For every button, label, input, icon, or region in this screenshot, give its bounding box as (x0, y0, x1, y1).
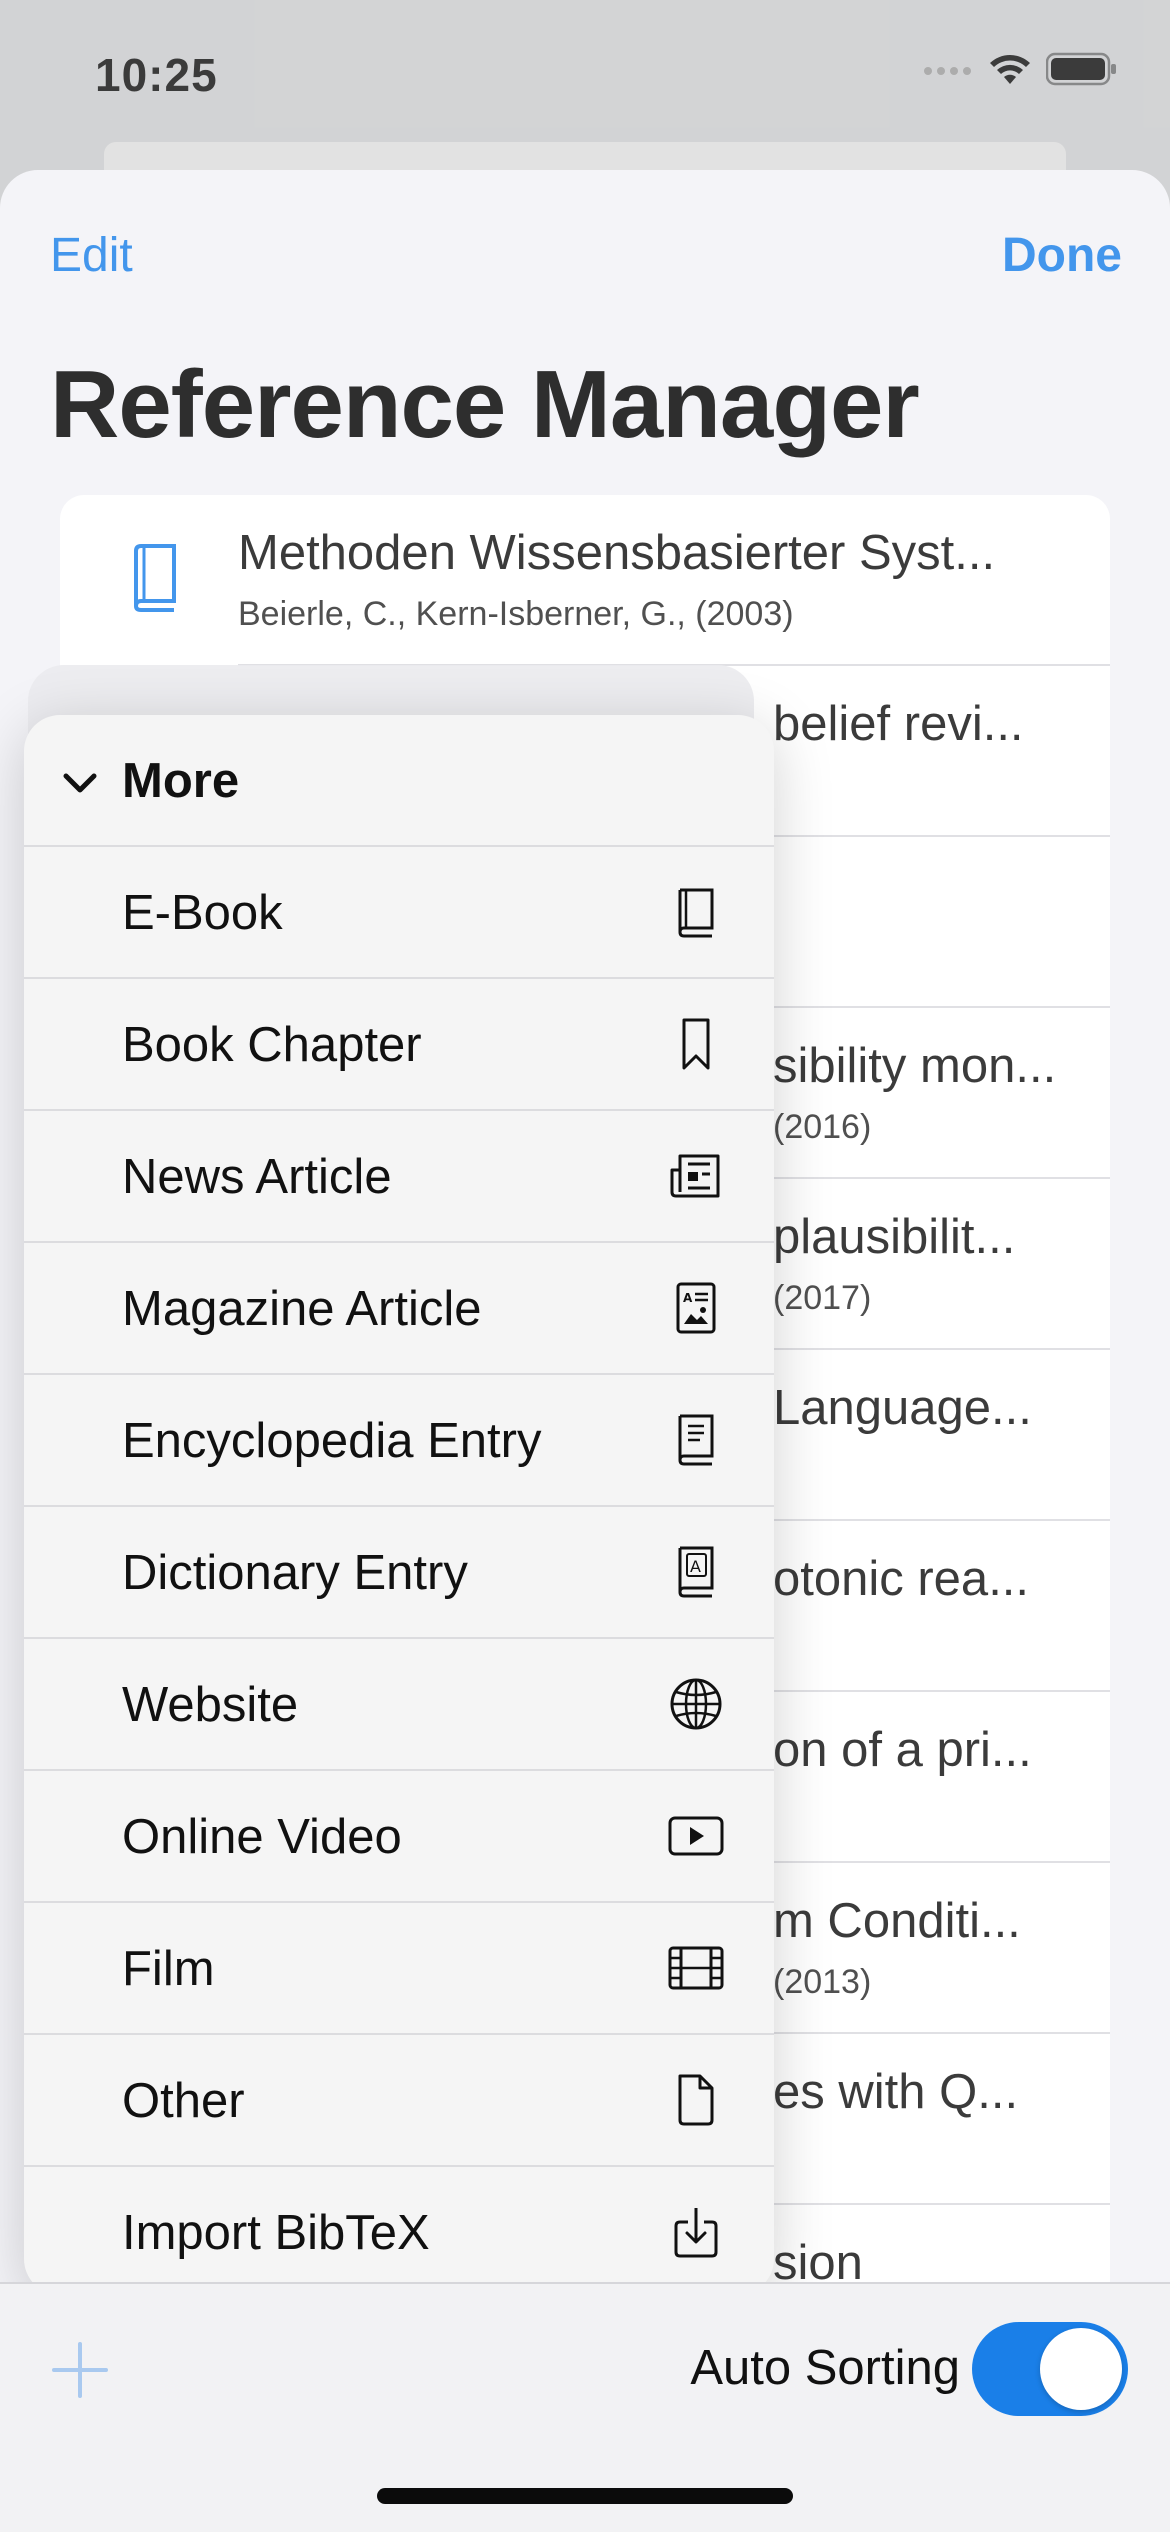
auto-sorting-label: Auto Sorting (690, 2341, 960, 2395)
menu-item-label: Magazine Article (122, 1282, 482, 1336)
wifi-icon (990, 55, 1030, 84)
encyclopedia-icon (678, 1414, 714, 1466)
reference-authors: (2016) (773, 1108, 872, 1146)
reference-title: sibility mon... (773, 1039, 1057, 1093)
reference-title: on of a pri... (773, 1723, 1032, 1777)
globe-icon (670, 1678, 722, 1730)
status-bar: 10:25 (0, 0, 1170, 150)
menu-item-dictionary-entry[interactable]: Dictionary Entry A (24, 1505, 774, 1637)
done-button[interactable]: Done (1002, 228, 1122, 283)
bookmark-icon (682, 1018, 710, 1070)
menu-item-online-video[interactable]: Online Video (24, 1769, 774, 1901)
reference-title: Methoden Wissensbasierter Syst... (238, 526, 996, 580)
add-reference-button[interactable] (50, 2340, 110, 2400)
menu-item-label: Import BibTeX (122, 2206, 430, 2260)
reference-title: m Conditi... (773, 1894, 1021, 1948)
auto-sorting-toggle[interactable] (972, 2322, 1128, 2416)
newspaper-icon (670, 1154, 720, 1198)
reference-title: es with Q... (773, 2065, 1019, 2119)
reference-authors: (2013) (773, 1963, 872, 2001)
play-icon (668, 1816, 724, 1856)
toggle-knob (1040, 2328, 1122, 2410)
book-icon (133, 544, 176, 612)
svg-text:A: A (690, 1557, 701, 1576)
status-icons (922, 52, 1118, 86)
film-icon (668, 1946, 724, 1990)
menu-item-label: Other (122, 2074, 245, 2128)
page-title: Reference Manager (50, 351, 920, 458)
status-time: 10:25 (95, 49, 218, 101)
menu-item-label: News Article (122, 1150, 392, 1204)
menu-item-label: Website (122, 1678, 299, 1732)
svg-text:A: A (683, 1291, 693, 1305)
chevron-down-icon (63, 773, 97, 793)
reference-title: plausibilit... (773, 1210, 1016, 1264)
menu-item-book-chapter[interactable]: Book Chapter (24, 977, 774, 1109)
more-submenu: More E-Book Book Chapter News Article Ma… (24, 715, 774, 2295)
battery-icon (1046, 52, 1116, 86)
menu-item-magazine-article[interactable]: Magazine Article A (24, 1241, 774, 1373)
menu-item-label: E-Book (122, 886, 283, 940)
reference-authors: Beierle, C., Kern-Isberner, G., (2003) (238, 595, 794, 633)
document-icon (678, 2074, 714, 2126)
home-indicator[interactable] (377, 2488, 793, 2504)
cellular-signal-icon (924, 67, 971, 75)
menu-item-label: Encyclopedia Entry (122, 1414, 542, 1468)
menu-item-import-bibtex[interactable]: Import BibTeX (24, 2165, 774, 2295)
edit-button[interactable]: Edit (50, 228, 133, 283)
menu-item-label: Dictionary Entry (122, 1546, 468, 1600)
submenu-header-label: More (122, 754, 240, 808)
menu-item-ebook[interactable]: E-Book (24, 845, 774, 977)
reference-title: otonic rea... (773, 1552, 1030, 1606)
menu-item-encyclopedia-entry[interactable]: Encyclopedia Entry (24, 1373, 774, 1505)
ebook-icon (678, 888, 714, 938)
menu-item-label: Online Video (122, 1810, 402, 1864)
reference-authors: (2017) (773, 1279, 872, 1317)
dictionary-icon: A (678, 1546, 714, 1598)
menu-item-label: Book Chapter (122, 1018, 422, 1072)
menu-item-film[interactable]: Film (24, 1901, 774, 2033)
submenu-header-more[interactable]: More (24, 715, 774, 845)
reference-title: belief revi... (773, 697, 1024, 751)
menu-item-website[interactable]: Website (24, 1637, 774, 1769)
reference-title: Language... (773, 1381, 1032, 1435)
menu-item-other[interactable]: Other (24, 2033, 774, 2165)
import-icon (674, 2208, 718, 2258)
reference-row[interactable]: Methoden Wissensbasierter Syst... Beierl… (60, 495, 1110, 666)
menu-item-news-article[interactable]: News Article (24, 1109, 774, 1241)
magazine-icon: A (676, 1282, 716, 1334)
menu-item-label: Film (122, 1942, 215, 1996)
